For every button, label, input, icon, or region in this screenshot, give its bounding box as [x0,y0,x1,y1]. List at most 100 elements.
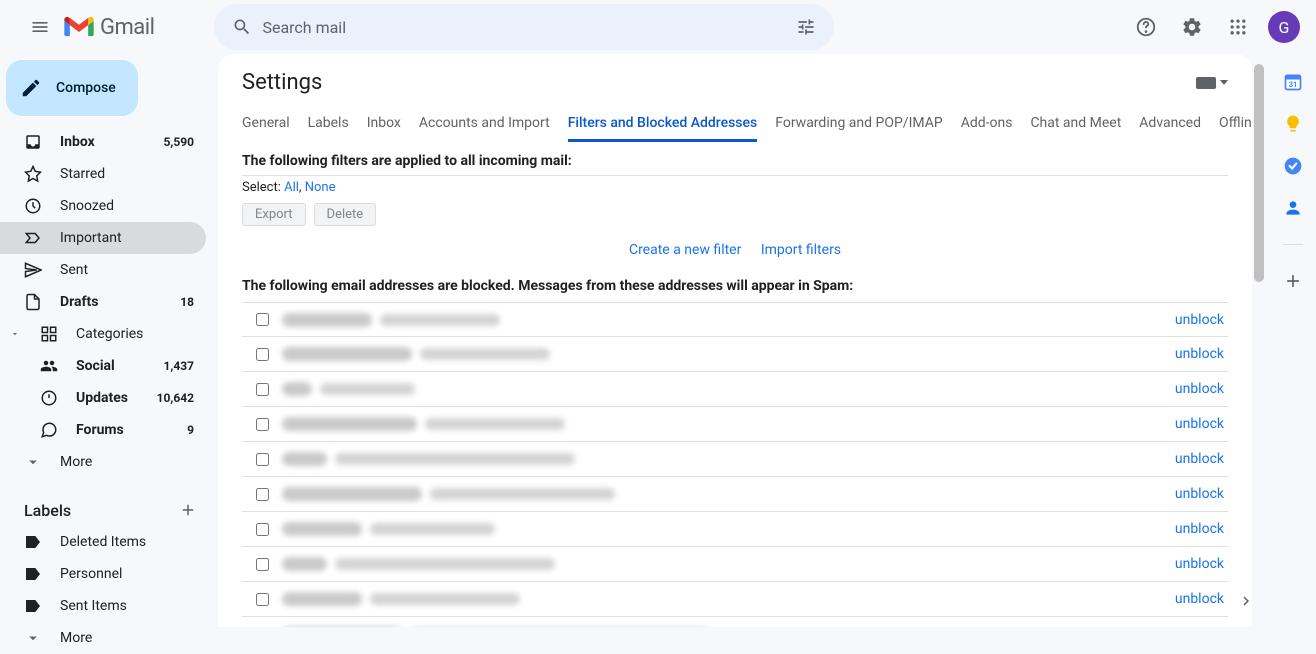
blocked-row: unblock [242,372,1228,407]
sidebar-item-forums[interactable]: Forums 9 [0,414,206,446]
blocked-row: unblock [242,337,1228,372]
row-checkbox[interactable] [256,523,269,536]
row-checkbox-wrap [242,418,282,431]
unblock-link[interactable]: unblock [1175,521,1228,537]
keep-icon [1283,114,1303,134]
unblock-link[interactable]: unblock [1175,416,1228,432]
row-checkbox-wrap [242,313,282,326]
sidebar: Compose Inbox 5,590 Starred Snoozed Impo… [0,54,218,627]
row-checkbox[interactable] [256,488,269,501]
unblock-link[interactable]: unblock [1175,381,1228,397]
tab-advanced[interactable]: Advanced [1139,107,1201,142]
tab-inbox[interactable]: Inbox [367,107,401,142]
support-button[interactable] [1126,7,1166,47]
create-filter-link[interactable]: Create a new filter [629,242,741,258]
compose-label: Compose [56,80,116,96]
sent-icon [24,261,44,279]
row-checkbox[interactable] [256,348,269,361]
tab-chat-and-meet[interactable]: Chat and Meet [1030,107,1121,142]
pencil-icon [20,77,42,99]
blocked-address [282,417,1175,431]
row-checkbox-wrap [242,558,282,571]
tab-forwarding-and-pop/imap[interactable]: Forwarding and POP/IMAP [775,107,942,142]
blocked-row: unblock [242,302,1228,337]
label-item-deleted[interactable]: Deleted Items [0,526,206,558]
settings-button[interactable] [1172,7,1212,47]
row-checkbox[interactable] [256,558,269,571]
filters-section-header: The following filters are applied to all… [218,143,1252,175]
tab-add-ons[interactable]: Add-ons [961,107,1013,142]
tab-offline[interactable]: Offline [1219,107,1252,142]
export-button[interactable]: Export [242,203,306,226]
sidebar-item-starred[interactable]: Starred [0,158,206,190]
expand-sidepanel[interactable] [1228,583,1264,619]
unblock-link[interactable]: unblock [1175,486,1228,502]
clock-icon [24,197,44,215]
scrollbar[interactable] [1252,54,1266,627]
tab-filters-and-blocked-addresses[interactable]: Filters and Blocked Addresses [568,107,758,142]
menu-button[interactable] [16,3,64,51]
row-checkbox-wrap [242,593,282,606]
gmail-logo[interactable]: Gmail [64,15,154,40]
tab-labels[interactable]: Labels [308,107,349,142]
sidebar-item-important[interactable]: Important [0,222,206,254]
star-icon [24,165,44,183]
label-item-personnel[interactable]: Personnel [0,558,206,590]
row-checkbox-wrap [242,348,282,361]
keep-app[interactable] [1283,114,1303,134]
calendar-app[interactable]: 31 [1283,72,1303,92]
select-none-link[interactable]: None [305,180,336,195]
account-avatar[interactable]: G [1268,11,1300,43]
density-toggle[interactable] [1196,77,1228,89]
row-checkbox[interactable] [256,383,269,396]
settings-title-row: Settings [218,54,1252,107]
search-input[interactable] [262,18,786,37]
search-button[interactable] [222,7,262,47]
tasks-icon [1283,156,1303,176]
add-label-button[interactable] [174,496,202,524]
select-all-link[interactable]: All [284,180,299,195]
unblock-link[interactable]: unblock [1175,346,1228,362]
header-actions: G [1126,7,1300,47]
sidebar-item-sent[interactable]: Sent [0,254,206,286]
gmail-icon [64,16,94,38]
contacts-app[interactable] [1283,198,1303,218]
logo-text: Gmail [100,15,154,40]
row-checkbox[interactable] [256,593,269,606]
sidebar-item-updates[interactable]: Updates 10,642 [0,382,206,414]
sidebar-item-snoozed[interactable]: Snoozed [0,190,206,222]
blocked-address [282,487,1175,501]
tasks-app[interactable] [1283,156,1303,176]
scrollbar-thumb[interactable] [1254,64,1264,282]
sidebar-item-drafts[interactable]: Drafts 18 [0,286,206,318]
compose-button[interactable]: Compose [6,60,138,116]
tab-accounts-and-import[interactable]: Accounts and Import [419,107,550,142]
unblock-link[interactable]: unblock [1175,312,1228,328]
search-options-button[interactable] [786,7,826,47]
sidebar-item-more[interactable]: More [0,446,206,478]
content-area: Settings General Labels Inbox Accounts and … [218,54,1316,627]
sidebar-item-social[interactable]: Social 1,437 [0,350,206,382]
unblock-link[interactable]: unblock [1175,591,1228,607]
apps-button[interactable] [1218,7,1258,47]
row-checkbox[interactable] [256,453,269,466]
search-box[interactable] [214,4,834,50]
help-icon [1135,16,1157,38]
density-icon [1196,77,1216,89]
sidebar-item-inbox[interactable]: Inbox 5,590 [0,126,206,158]
unblock-link[interactable]: unblock [1175,556,1228,572]
select-row: Select: All, None [218,176,1252,199]
tab-general[interactable]: General [242,107,290,142]
import-filters-link[interactable]: Import filters [761,242,841,258]
settings-content: Settings General Labels Inbox Accounts and … [218,54,1252,627]
delete-button[interactable]: Delete [314,203,377,226]
row-checkbox[interactable] [256,313,269,326]
label-item-sent-items[interactable]: Sent Items [0,590,206,622]
row-checkbox[interactable] [256,418,269,431]
add-app[interactable] [1283,271,1303,291]
menu-icon [30,17,50,37]
unblock-link[interactable]: unblock [1175,451,1228,467]
sidebar-item-categories[interactable]: Categories [0,318,206,350]
label-icon [24,566,44,582]
drafts-icon [24,293,44,311]
